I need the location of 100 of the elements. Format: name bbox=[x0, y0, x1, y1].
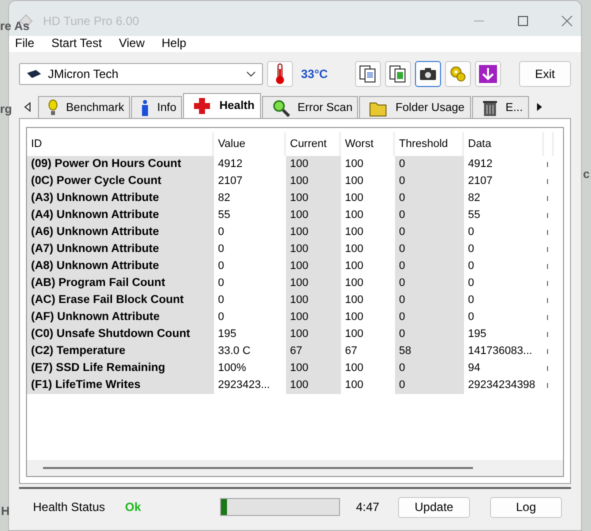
table-cell-text: 100 bbox=[344, 242, 364, 257]
cross-icon bbox=[193, 97, 212, 115]
menu-item[interactable]: Start Test bbox=[51, 36, 102, 52]
table-cell-text: 0 bbox=[217, 242, 226, 257]
table-cell-text: 100 bbox=[344, 225, 364, 240]
table-cell: 0 bbox=[395, 173, 464, 190]
menu-item[interactable]: View bbox=[118, 36, 145, 52]
table-cell: (C2) Temperature bbox=[27, 343, 214, 360]
background-text: c bbox=[583, 168, 590, 181]
table-cell: 0 bbox=[395, 224, 464, 241]
table-cell: 0 bbox=[395, 156, 464, 173]
table-cell: 0 bbox=[395, 241, 464, 258]
copy-button[interactable] bbox=[355, 61, 381, 87]
table-cell-text: 100 bbox=[344, 259, 364, 274]
temperature-reading: 33°C bbox=[301, 67, 328, 81]
table-cell: (A4) Unknown Attribute bbox=[27, 207, 214, 224]
table-cell: 0 bbox=[395, 207, 464, 224]
health-status-value: Ok bbox=[125, 500, 142, 514]
table-cell-text: 0 bbox=[217, 293, 226, 308]
table-cell-text: 0 bbox=[217, 276, 226, 291]
table-cell-text: 4912 bbox=[467, 157, 494, 172]
table-cell: 0 bbox=[395, 292, 464, 309]
table-cell: (E7) SSD Life Remaining bbox=[27, 360, 214, 377]
download-button[interactable] bbox=[475, 61, 501, 87]
table-cell: 100 bbox=[286, 377, 341, 394]
table-cell-text: 0 bbox=[467, 310, 476, 325]
copy-icon bbox=[359, 65, 377, 83]
trash-icon bbox=[482, 98, 498, 116]
table-cell: (AC) Erase Fail Block Count bbox=[27, 292, 214, 309]
table-cell: (AF) Unknown Attribute bbox=[27, 309, 214, 326]
table-cell: 100 bbox=[286, 190, 341, 207]
table-cell-text: 100 bbox=[344, 191, 364, 206]
table-cell: 58 bbox=[395, 343, 464, 360]
maximize-icon[interactable] bbox=[517, 15, 529, 27]
table-cell-text: 94 bbox=[467, 361, 482, 376]
tab[interactable]: Benchmark bbox=[38, 96, 130, 118]
scroll-right-icon[interactable] bbox=[536, 102, 544, 112]
table-cell-text: 82 bbox=[217, 191, 232, 206]
update-button[interactable]: Update bbox=[398, 496, 470, 518]
table-cell: 100 bbox=[286, 207, 341, 224]
table-cell-text: 100 bbox=[344, 378, 364, 393]
table-cell: 100 bbox=[286, 156, 341, 173]
table-cell: 100 bbox=[286, 275, 341, 292]
table-cell: 0 bbox=[395, 309, 464, 326]
menu-item[interactable]: File bbox=[15, 36, 34, 52]
table-cell: 0 bbox=[395, 360, 464, 377]
column-header[interactable]: Data bbox=[464, 132, 544, 156]
tab[interactable]: Folder Usage bbox=[359, 96, 471, 118]
table-cell: (A6) Unknown Attribute bbox=[27, 224, 214, 241]
thermometer-button[interactable] bbox=[267, 61, 293, 87]
table-cell-text: 0 bbox=[217, 225, 226, 240]
health-status-label: Health Status bbox=[33, 500, 106, 514]
table-cell: 100 bbox=[286, 309, 341, 326]
tab[interactable]: Health bbox=[183, 93, 261, 118]
table-cell-text: 0 bbox=[467, 276, 476, 291]
tab[interactable]: Info bbox=[131, 96, 182, 118]
table-cell-text: 29234234398 bbox=[467, 378, 536, 393]
menu-item[interactable]: Help bbox=[162, 36, 186, 52]
table-cell-text: 4912 bbox=[217, 157, 244, 172]
horizontal-scrollbar[interactable] bbox=[27, 460, 563, 476]
table-cell: 100 bbox=[286, 360, 341, 377]
table-cell-text: 82 bbox=[467, 191, 482, 206]
magnifier-icon bbox=[272, 98, 290, 116]
copy-image-icon bbox=[389, 65, 407, 83]
table-cell-text: 55 bbox=[217, 208, 232, 223]
table-cell-text: 100 bbox=[344, 157, 364, 172]
table-cell-text: 2923423... bbox=[217, 378, 271, 393]
elapsed-time: 4:47 bbox=[356, 500, 380, 514]
drive-dropdown[interactable]: JMicron Tech bbox=[19, 63, 263, 85]
exit-button[interactable]: Exit bbox=[519, 61, 571, 87]
table-cell: 67 bbox=[286, 343, 341, 360]
table-cell-text: 2107 bbox=[217, 174, 244, 189]
tab[interactable]: Error Scan bbox=[262, 96, 358, 118]
table-cell-text: 100 bbox=[344, 174, 364, 189]
table-cell: 100 bbox=[286, 173, 341, 190]
table-cell: (AB) Program Fail Count bbox=[27, 275, 214, 292]
table-cell-text: 67 bbox=[344, 344, 358, 359]
copy-image-button[interactable] bbox=[385, 61, 411, 87]
table-cell: 0 bbox=[395, 275, 464, 292]
table-cell: (09) Power On Hours Count bbox=[27, 156, 214, 173]
table-cell: 100 bbox=[286, 292, 341, 309]
close-icon[interactable] bbox=[561, 15, 573, 27]
table-cell: 0 bbox=[395, 326, 464, 343]
camera-button[interactable] bbox=[415, 61, 441, 87]
drive-icon bbox=[26, 69, 42, 79]
thermometer-icon bbox=[275, 63, 285, 85]
tab[interactable]: E... bbox=[472, 96, 529, 118]
background-text: re As bbox=[0, 20, 30, 33]
table-cell-text: 100 bbox=[344, 361, 364, 376]
scroll-left-icon[interactable] bbox=[23, 102, 31, 112]
table-cell: 0 bbox=[395, 258, 464, 275]
gears-button[interactable] bbox=[445, 61, 471, 87]
info-icon bbox=[141, 98, 150, 116]
table-cell-text: 100 bbox=[344, 327, 364, 342]
bulb-icon bbox=[48, 98, 58, 116]
table-cell: (A3) Unknown Attribute bbox=[27, 190, 214, 207]
table-cell-text: 100 bbox=[344, 310, 364, 325]
camera-icon bbox=[419, 67, 437, 81]
table-cell: 0 bbox=[395, 190, 464, 207]
log-button[interactable]: Log bbox=[490, 496, 562, 518]
